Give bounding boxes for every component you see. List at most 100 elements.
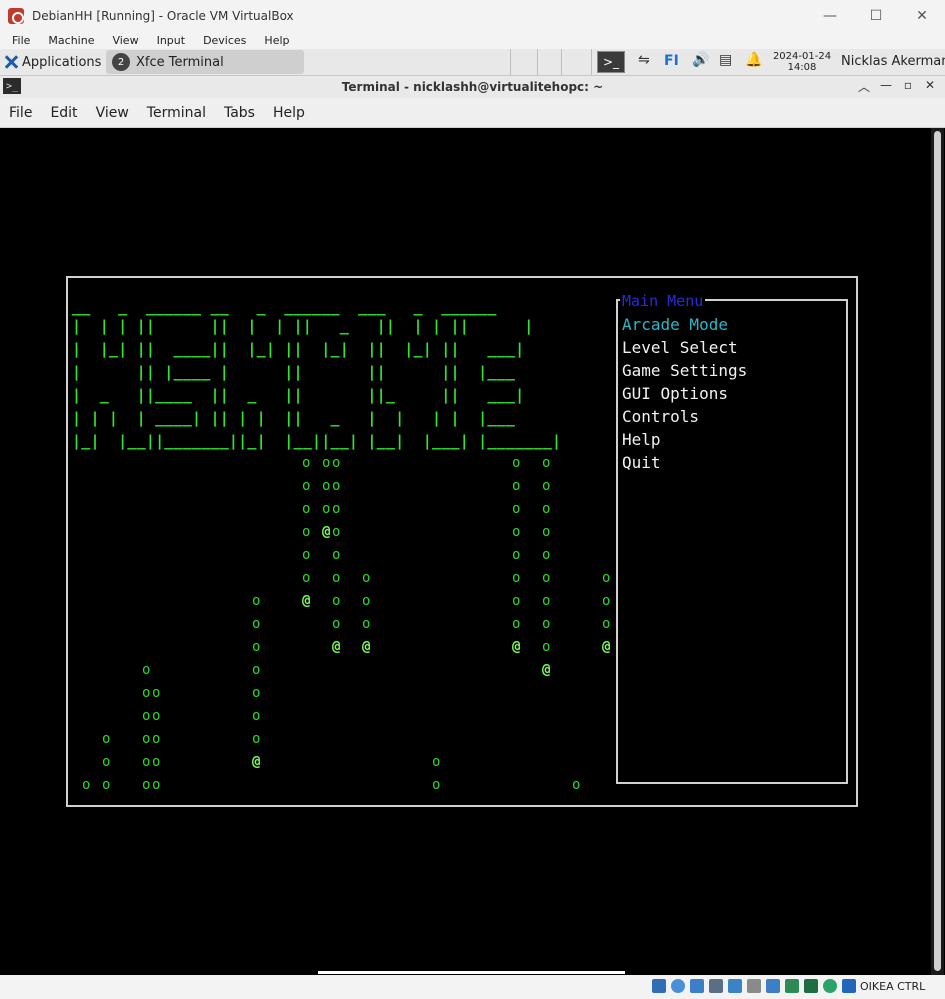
terminal-menu-terminal[interactable]: Terminal [147, 105, 206, 121]
scrollbar-thumb[interactable] [934, 131, 941, 971]
harddisk-icon[interactable] [652, 979, 666, 993]
terminal-group-badge-icon: 2 [112, 53, 130, 71]
falling-ball: o [332, 478, 341, 494]
terminal-screen[interactable]: __ _ ______ __ _ ______ ___ _ ______ | |… [0, 128, 931, 975]
falling-ball: o [432, 777, 441, 793]
menu-item-gui-options[interactable]: GUI Options [622, 384, 728, 403]
minimize-button[interactable]: — [807, 0, 853, 31]
falling-ball: o [252, 593, 261, 609]
falling-ball: o [252, 639, 261, 655]
vbox-menu-devices[interactable]: Devices [203, 34, 246, 47]
falling-ball: o [152, 777, 161, 793]
xfce-logo-icon [4, 55, 18, 69]
menu-item-help[interactable]: Help [622, 430, 661, 449]
falling-ball: o [542, 455, 551, 471]
clock-date: 2024-01-24 [772, 51, 832, 62]
terminal-minimize-button[interactable]: — [875, 78, 897, 95]
logo-line: | |_| || ____|| |_| || |_| || |_| || ___… [72, 340, 525, 358]
terminal-scrollbar[interactable] [931, 128, 944, 975]
vbox-menu-machine[interactable]: Machine [48, 34, 94, 47]
falling-ball: o [142, 777, 151, 793]
falling-ball: o [82, 777, 91, 793]
keyboard-capture-icon[interactable] [842, 979, 856, 993]
player-sprite: @ [252, 754, 261, 770]
terminal-menu-help[interactable]: Help [273, 105, 305, 121]
volume-icon[interactable]: 🔊 [692, 52, 709, 68]
vbox-titlebar: DebianHH [Running] - Oracle VM VirtualBo… [0, 0, 945, 31]
falling-ball: o [362, 616, 371, 632]
usb-icon[interactable] [728, 979, 742, 993]
player-sprite: @ [302, 593, 311, 609]
falling-ball: o [142, 662, 151, 678]
terminal-menu-file[interactable]: File [9, 105, 32, 121]
terminal-menu-view[interactable]: View [96, 105, 129, 121]
clipboard-icon[interactable]: ▤ [719, 52, 732, 68]
optical-drive-icon[interactable] [671, 979, 685, 993]
falling-ball: o [512, 524, 521, 540]
falling-ball: o [302, 455, 311, 471]
falling-ball: o [142, 754, 151, 770]
player-sprite: @ [602, 639, 611, 655]
falling-ball: o [142, 708, 151, 724]
falling-ball: o [512, 501, 521, 517]
vbox-window-title: DebianHH [Running] - Oracle VM VirtualBo… [32, 8, 294, 23]
network-adapter-icon[interactable] [709, 979, 723, 993]
player-sprite: @ [322, 524, 331, 540]
falling-ball: o [322, 478, 331, 494]
falling-ball: o [332, 593, 341, 609]
terminal-close-button[interactable]: ✕ [919, 78, 941, 95]
taskbar-button-xfce-terminal[interactable]: 2 Xfce Terminal [106, 50, 304, 74]
logo-line: | | | || || | | || _ || | | || | [72, 317, 534, 335]
roll-up-button[interactable]: ︿ [853, 78, 875, 95]
display-icon[interactable] [766, 979, 780, 993]
menu-item-arcade-mode[interactable]: Arcade Mode [622, 315, 728, 334]
falling-ball: o [152, 754, 161, 770]
falling-ball: o [102, 731, 111, 747]
terminal-titlebar: >_ Terminal - nicklashh@virtualitehopc: … [0, 76, 945, 98]
user-menu[interactable]: Nicklas Akerman [841, 54, 945, 69]
menu-item-quit[interactable]: Quit [622, 453, 661, 472]
audio-icon[interactable] [690, 979, 704, 993]
falling-ball: o [572, 777, 581, 793]
falling-ball: o [332, 616, 341, 632]
falling-ball: o [512, 570, 521, 586]
terminal-menu-edit[interactable]: Edit [50, 105, 77, 121]
virtualbox-icon [8, 7, 24, 24]
terminal-menubar: File Edit View Terminal Tabs Help [0, 98, 945, 128]
notification-bell-icon[interactable]: 🔔 [745, 52, 762, 68]
clock[interactable]: 2024-01-24 14:08 [772, 51, 832, 73]
vbox-menu-view[interactable]: View [112, 34, 138, 47]
falling-ball: o [332, 547, 341, 563]
terminal-menu-tabs[interactable]: Tabs [224, 105, 255, 121]
vbox-menu-input[interactable]: Input [157, 34, 185, 47]
maximize-button[interactable]: ☐ [853, 0, 899, 31]
falling-ball: o [302, 547, 311, 563]
vm-screen-edge [318, 971, 625, 974]
keyboard-layout-indicator[interactable]: FI [664, 53, 679, 69]
cpu-indicator-icon[interactable] [804, 979, 818, 993]
falling-ball: o [302, 524, 311, 540]
terminal-launcher-icon[interactable]: >_ [597, 51, 625, 73]
panel-separator [561, 49, 562, 75]
player-sprite: @ [332, 639, 341, 655]
menu-item-level-select[interactable]: Level Select [622, 338, 738, 357]
falling-ball: o [152, 731, 161, 747]
mouse-integration-icon[interactable] [823, 979, 837, 993]
applications-menu-button[interactable]: Applications [0, 49, 101, 75]
falling-ball: o [602, 570, 611, 586]
player-sprite: @ [362, 639, 371, 655]
terminal-maximize-button[interactable]: ▫ [897, 78, 919, 95]
vbox-menu-help[interactable]: Help [264, 34, 289, 47]
menu-item-game-settings[interactable]: Game Settings [622, 361, 747, 380]
menu-item-controls[interactable]: Controls [622, 407, 699, 426]
falling-ball: o [362, 593, 371, 609]
recording-icon[interactable] [785, 979, 799, 993]
shared-folders-icon[interactable] [747, 979, 761, 993]
vbox-menu-file[interactable]: File [12, 34, 30, 47]
vbox-menubar: File Machine View Input Devices Help [0, 31, 945, 49]
close-button[interactable]: ✕ [899, 0, 945, 31]
window-controls: — ☐ ✕ [807, 0, 945, 31]
network-icon[interactable]: ⇋ [638, 52, 650, 68]
falling-ball: o [542, 616, 551, 632]
falling-ball: o [542, 524, 551, 540]
